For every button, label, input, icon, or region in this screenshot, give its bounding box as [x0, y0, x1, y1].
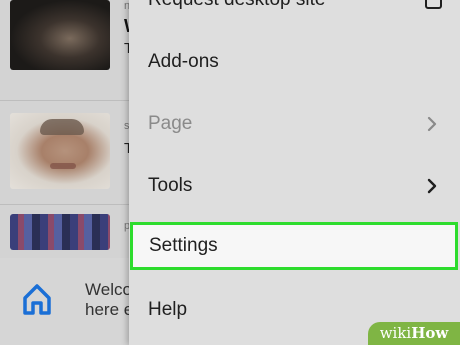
overflow-menu: Request desktop site Add-ons Page Tools …	[129, 0, 460, 345]
welcome-line-1: Welco	[85, 280, 132, 299]
watermark-part-2: How	[411, 324, 449, 342]
menu-item-label: Page	[148, 113, 193, 134]
feed-thumbnail[interactable]	[10, 214, 110, 250]
menu-item-page[interactable]: Page	[129, 93, 460, 155]
welcome-line-2: here e	[85, 300, 134, 319]
feed-thumbnail[interactable]	[10, 113, 110, 189]
checkbox-icon[interactable]	[425, 0, 442, 9]
feed-divider	[0, 100, 140, 101]
menu-item-request-desktop-site[interactable]: Request desktop site	[129, 0, 460, 31]
menu-item-label: Request desktop site	[148, 0, 425, 11]
menu-item-label: Tools	[148, 175, 193, 196]
menu-item-settings[interactable]: Settings	[130, 222, 458, 270]
feed-divider	[0, 204, 140, 205]
menu-item-label: Help	[148, 299, 188, 320]
home-icon[interactable]	[22, 282, 52, 316]
welcome-text: Welco here e	[85, 280, 133, 320]
menu-item-add-ons[interactable]: Add-ons	[129, 31, 460, 93]
menu-item-label: Add-ons	[148, 51, 219, 72]
chevron-right-icon	[427, 116, 437, 132]
menu-item-tools[interactable]: Tools	[129, 155, 460, 217]
menu-item-label: Settings	[149, 235, 218, 256]
feed-thumbnail[interactable]	[10, 0, 110, 70]
watermark-part-1: wiki	[379, 324, 412, 342]
chevron-right-icon	[427, 178, 437, 194]
wikihow-watermark: wikiHow	[368, 322, 460, 345]
